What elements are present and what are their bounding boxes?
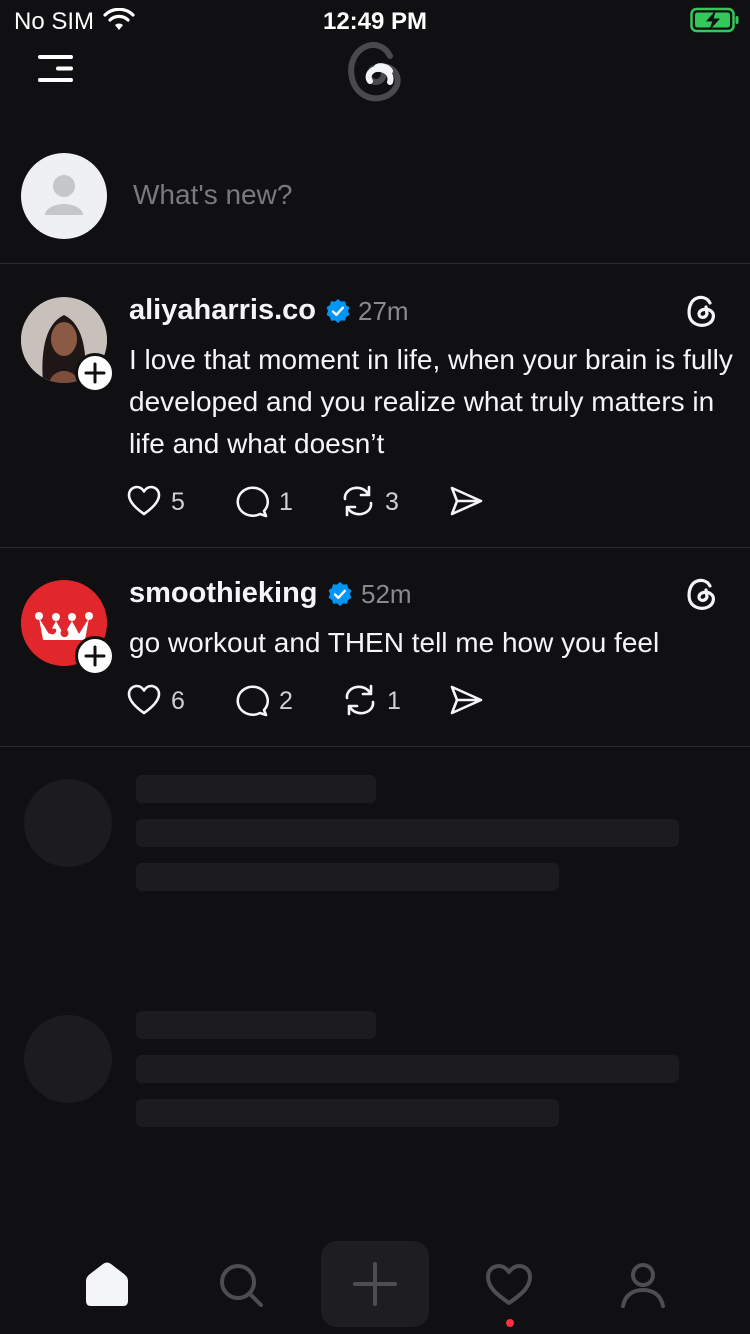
- username[interactable]: smoothieking: [129, 577, 318, 610]
- reply-icon: [236, 685, 269, 717]
- like-count: 6: [171, 687, 185, 715]
- post[interactable]: smoothieking 52m go workout and THEN tel…: [0, 548, 750, 747]
- status-time: 12:49 PM: [322, 8, 428, 35]
- like-count: 5: [171, 488, 185, 516]
- notification-dot: [506, 1319, 514, 1327]
- skeleton-avatar: [24, 1015, 112, 1103]
- menu-icon[interactable]: [36, 52, 76, 86]
- post-actions: 5 1 3: [126, 481, 526, 521]
- tab-create[interactable]: [321, 1241, 429, 1327]
- profile-icon: [621, 1263, 665, 1308]
- battery-icon: [690, 7, 739, 33]
- follow-button[interactable]: [75, 636, 115, 676]
- post-time: 52m: [361, 579, 412, 609]
- repost-icon: [345, 684, 375, 716]
- verified-icon: [328, 582, 352, 606]
- status-bar: No SIM 12:49 PM: [0, 0, 750, 40]
- username[interactable]: aliyaharris.co: [129, 294, 316, 327]
- reply-count: 2: [279, 687, 293, 715]
- share-icon: [450, 685, 483, 715]
- home-icon: [86, 1262, 128, 1306]
- composer-placeholder[interactable]: What's new?: [133, 179, 292, 211]
- tab-bar: [0, 1238, 750, 1334]
- activity-icon: [486, 1264, 532, 1305]
- threads-icon[interactable]: [684, 576, 720, 612]
- reply-count: 1: [279, 488, 293, 516]
- verified-icon: [326, 299, 350, 323]
- reply-icon: [236, 486, 269, 518]
- heart-icon: [127, 684, 161, 715]
- skeleton-line: [136, 819, 679, 847]
- composer[interactable]: What's new?: [0, 130, 750, 264]
- profile-placeholder-icon: [45, 175, 83, 215]
- skeleton-line: [136, 1055, 679, 1083]
- avatar[interactable]: [21, 153, 107, 239]
- skeleton-line: [136, 1099, 559, 1127]
- plus-icon: [84, 645, 106, 667]
- repost-icon: [343, 485, 373, 517]
- threads-logo[interactable]: [340, 38, 410, 104]
- skeleton-avatar: [24, 779, 112, 867]
- plus-icon: [353, 1262, 397, 1306]
- tab-profile[interactable]: [589, 1238, 697, 1328]
- tab-search[interactable]: [187, 1238, 295, 1328]
- search-icon: [220, 1264, 263, 1307]
- plus-icon: [84, 362, 106, 384]
- tab-activity[interactable]: [455, 1238, 563, 1328]
- post-text: go workout and THEN tell me how you feel: [129, 627, 660, 658]
- post[interactable]: aliyaharris.co 27m I love that moment in…: [0, 265, 750, 548]
- skeleton-line: [136, 863, 559, 891]
- post-time: 27m: [358, 296, 409, 326]
- follow-button[interactable]: [75, 353, 115, 393]
- skeleton-line: [136, 1011, 376, 1039]
- post-text: I love that moment in life, when your br…: [129, 344, 733, 459]
- repost-count: 1: [387, 687, 401, 715]
- heart-icon: [127, 485, 161, 516]
- threads-icon[interactable]: [684, 293, 720, 329]
- share-icon: [450, 486, 483, 516]
- repost-count: 3: [385, 488, 399, 516]
- tab-home[interactable]: [53, 1238, 161, 1328]
- skeleton-line: [136, 775, 376, 803]
- post-actions: 6 2 1: [126, 680, 526, 720]
